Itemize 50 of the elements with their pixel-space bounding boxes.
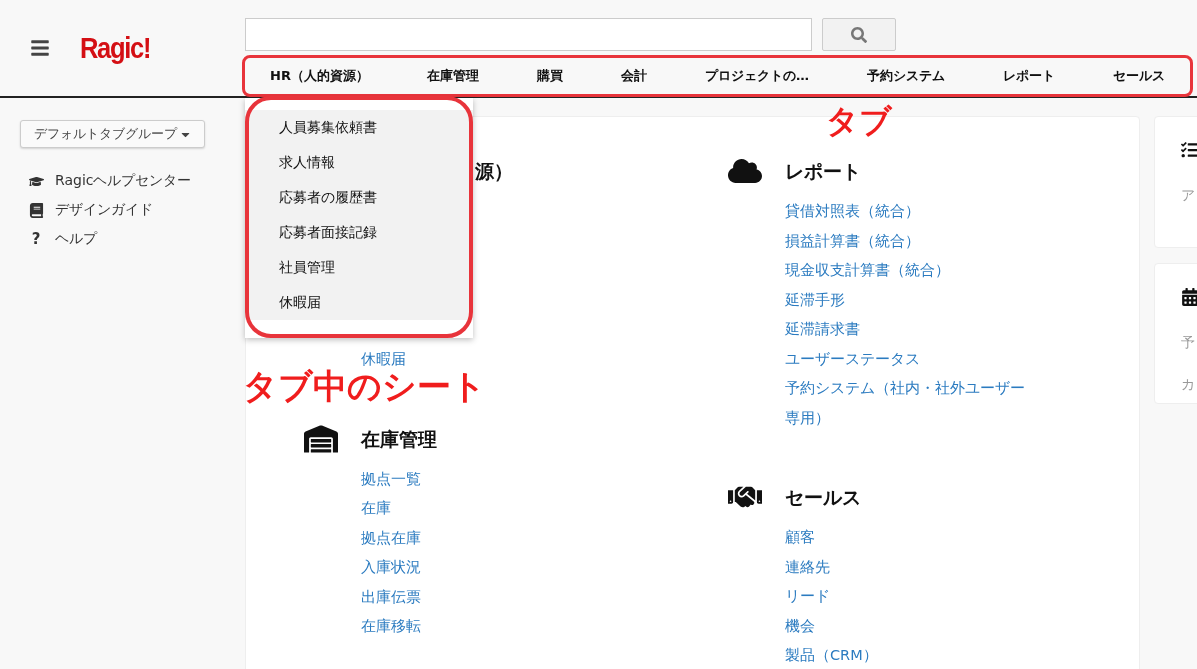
tab[interactable]: 予約システム — [866, 66, 945, 85]
menu-item[interactable]: 人員募集依頼書 — [245, 110, 473, 145]
sheet-link[interactable]: 貸借対照表（統合） — [785, 197, 1030, 227]
menu-item[interactable]: 休暇届 — [245, 285, 473, 320]
sheet-link[interactable]: 在庫 — [361, 494, 606, 524]
book-icon — [28, 202, 44, 218]
calendar-icon — [1181, 288, 1197, 306]
menu-icon[interactable] — [30, 38, 50, 58]
section-heading: セールス — [785, 485, 862, 510]
logo: Ragic! — [80, 31, 151, 65]
section-heading: レポート — [785, 159, 862, 184]
card-text: ア — [1181, 187, 1196, 205]
sheet-link[interactable]: 連絡先 — [785, 552, 1030, 582]
sheet-link[interactable]: 損益計算書（統合） — [785, 226, 1030, 256]
tab[interactable]: レポート — [1002, 66, 1055, 85]
tab[interactable]: HR（人的資源） — [270, 66, 369, 85]
sheet-link[interactable]: 延滞請求書 — [785, 315, 1030, 345]
card-text: カ — [1181, 376, 1196, 394]
sheet-link[interactable]: 製品（CRM） — [785, 641, 1030, 669]
tab[interactable]: 会計 — [620, 66, 647, 85]
search-button[interactable] — [822, 18, 896, 51]
search-icon — [851, 26, 867, 43]
sheet-link[interactable]: 在庫移転 — [361, 612, 606, 642]
sheet-link[interactable]: 顧客 — [785, 523, 1030, 553]
sheet-link[interactable]: 拠点在庫 — [361, 523, 606, 553]
sidebar-link[interactable]: Ragicヘルプセンター — [55, 172, 192, 190]
sheet-link[interactable]: 機会 — [785, 611, 1030, 641]
card-text: 予 — [1181, 334, 1196, 352]
sheet-link[interactable]: 出庫伝票 — [361, 582, 606, 612]
sheet-link[interactable]: 入庫状況 — [361, 553, 606, 583]
sheet-link[interactable]: 延滞手形 — [785, 285, 1030, 315]
tab[interactable]: セールス — [1112, 66, 1165, 85]
sidebar-link[interactable]: デザインガイド — [55, 201, 153, 219]
sheet-link[interactable]: 現金収支計算書（統合） — [785, 256, 1030, 286]
tab[interactable]: 購買 — [536, 66, 563, 85]
search-field[interactable] — [245, 18, 812, 51]
sheet-link[interactable]: リード — [785, 582, 1030, 612]
checklist-icon — [1181, 141, 1197, 159]
help-icon: ? — [27, 230, 45, 248]
annotation-label: タブ — [826, 101, 892, 142]
tab[interactable]: 在庫管理 — [426, 66, 479, 85]
section-heading: 源） — [475, 159, 514, 184]
tab-group-dropdown[interactable]: デフォルトタブグループ — [20, 120, 205, 148]
sheet-link[interactable]: 拠点一覧 — [361, 464, 606, 494]
tab[interactable]: プロジェクトの… — [704, 66, 809, 85]
sheet-link[interactable]: ユーザーステータス — [785, 344, 1030, 374]
sidebar-link[interactable]: ヘルプ — [55, 230, 97, 248]
sheet-link[interactable]: 予約システム（社内・社外ユーザー専用） — [785, 374, 1030, 433]
annotation-label: タブ中のシート — [243, 366, 486, 408]
section-heading: 在庫管理 — [361, 426, 438, 452]
